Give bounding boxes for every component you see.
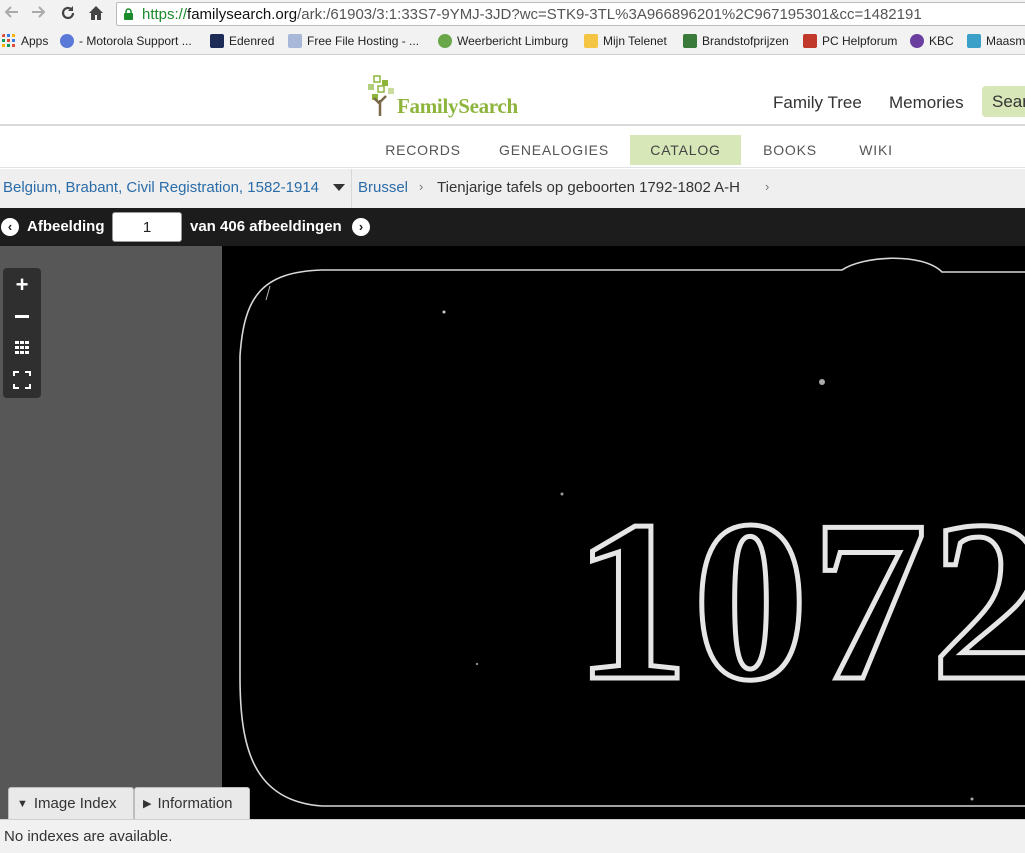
fuel-icon <box>683 34 697 48</box>
tab-records[interactable]: RECORDS <box>380 135 466 165</box>
url-text: https://familysearch.org/ark:/61903/3:1:… <box>142 6 922 23</box>
zoom-in-icon[interactable]: + <box>7 271 37 299</box>
home-icon[interactable] <box>86 4 106 24</box>
zoom-out-icon[interactable] <box>7 302 37 330</box>
kbc-icon <box>910 34 924 48</box>
image-number-input[interactable] <box>112 212 182 242</box>
tab-catalog[interactable]: CATALOG <box>630 135 741 165</box>
telenet-icon <box>584 34 598 48</box>
triangle-right-icon: ▶ <box>143 798 152 810</box>
breadcrumb-volume: Tienjarige tafels op geboorten 1792-1802… <box>437 179 740 196</box>
address-bar[interactable]: https://familysearch.org/ark:/61903/3:1:… <box>116 2 1025 26</box>
breadcrumb-collection[interactable]: Belgium, Brabant, Civil Registration, 15… <box>3 179 319 196</box>
triangle-down-icon: ▼ <box>17 798 28 810</box>
no-index-message: No indexes are available. <box>4 828 173 845</box>
site-header: FamilySearch Family Tree Memories Sear <box>0 56 1025 126</box>
tab-information[interactable]: ▶ Information <box>134 787 250 819</box>
image-count-label: van 406 afbeeldingen <box>190 218 342 235</box>
image-navigation-bar: ‹ Afbeelding van 406 afbeeldingen › <box>0 208 1025 246</box>
nav-family-tree[interactable]: Family Tree <box>773 93 862 113</box>
bookmark-edenred[interactable]: Edenred <box>210 33 274 50</box>
tab-image-index[interactable]: ▼ Image Index <box>8 787 134 819</box>
browser-window: https://familysearch.org/ark:/61903/3:1:… <box>0 0 1025 853</box>
nav-memories[interactable]: Memories <box>889 93 964 113</box>
tree-logo-icon <box>368 75 394 116</box>
previous-image-icon[interactable]: ‹ <box>1 218 19 236</box>
forward-arrow-icon[interactable] <box>28 4 48 24</box>
record-image: 1072 <box>222 246 1025 819</box>
record-image-viewer[interactable]: 1072 <box>222 246 1025 819</box>
breadcrumb-divider <box>351 169 352 208</box>
familysearch-logo[interactable]: FamilySearch <box>366 74 536 118</box>
chevron-right-icon: › <box>765 179 770 194</box>
bookmark-motorola[interactable]: - Motorola Support ... <box>60 33 192 50</box>
helpforum-icon <box>803 34 817 48</box>
lock-icon <box>124 8 133 20</box>
tab-wiki[interactable]: WIKI <box>851 135 901 165</box>
bookmark-free-file-hosting[interactable]: Free File Hosting - ... <box>288 33 419 50</box>
tab-books[interactable]: BOOKS <box>755 135 825 165</box>
collection-dropdown-caret-icon[interactable] <box>333 184 345 191</box>
bookmark-brandstofprijzen[interactable]: Brandstofprijzen <box>683 33 789 50</box>
tab-genealogies[interactable]: GENEALOGIES <box>494 135 614 165</box>
reload-icon[interactable] <box>58 4 78 24</box>
edenred-icon <box>210 34 224 48</box>
chevron-right-icon: › <box>419 179 424 194</box>
browser-toolbar: https://familysearch.org/ark:/61903/3:1:… <box>0 0 1025 28</box>
catalog-nav: RECORDS GENEALOGIES CATALOG BOOKS WIKI <box>0 128 1025 168</box>
breadcrumb-place[interactable]: Brussel <box>358 179 408 196</box>
grid-view-icon[interactable] <box>7 334 37 362</box>
index-panel: No indexes are available. <box>0 819 1025 853</box>
next-image-icon[interactable]: › <box>352 218 370 236</box>
bookmark-weerbericht[interactable]: Weerbericht Limburg <box>438 33 568 50</box>
maasm-icon <box>967 34 981 48</box>
fullscreen-icon[interactable] <box>7 366 37 394</box>
bookmark-kbc[interactable]: KBC <box>910 33 954 50</box>
back-arrow-icon[interactable] <box>2 4 22 24</box>
file-hosting-icon <box>288 34 302 48</box>
bookmark-maasm[interactable]: Maasm <box>967 33 1025 50</box>
bookmark-pc-helpforum[interactable]: PC Helpforum <box>803 33 897 50</box>
apps-grid-icon <box>2 34 15 47</box>
motorola-icon <box>60 34 74 48</box>
record-number-text: 1072 <box>574 473 1025 728</box>
bookmarks-bar: Apps - Motorola Support ... Edenred Free… <box>0 28 1025 55</box>
breadcrumb: Belgium, Brabant, Civil Registration, 15… <box>0 169 1025 208</box>
bookmark-telenet[interactable]: Mijn Telenet <box>584 33 667 50</box>
bookmark-apps[interactable]: Apps <box>2 33 48 50</box>
weather-leaf-icon <box>438 34 452 48</box>
image-label: Afbeelding <box>27 218 105 235</box>
viewer-tools: + <box>3 268 41 398</box>
nav-search[interactable]: Sear <box>982 86 1025 117</box>
